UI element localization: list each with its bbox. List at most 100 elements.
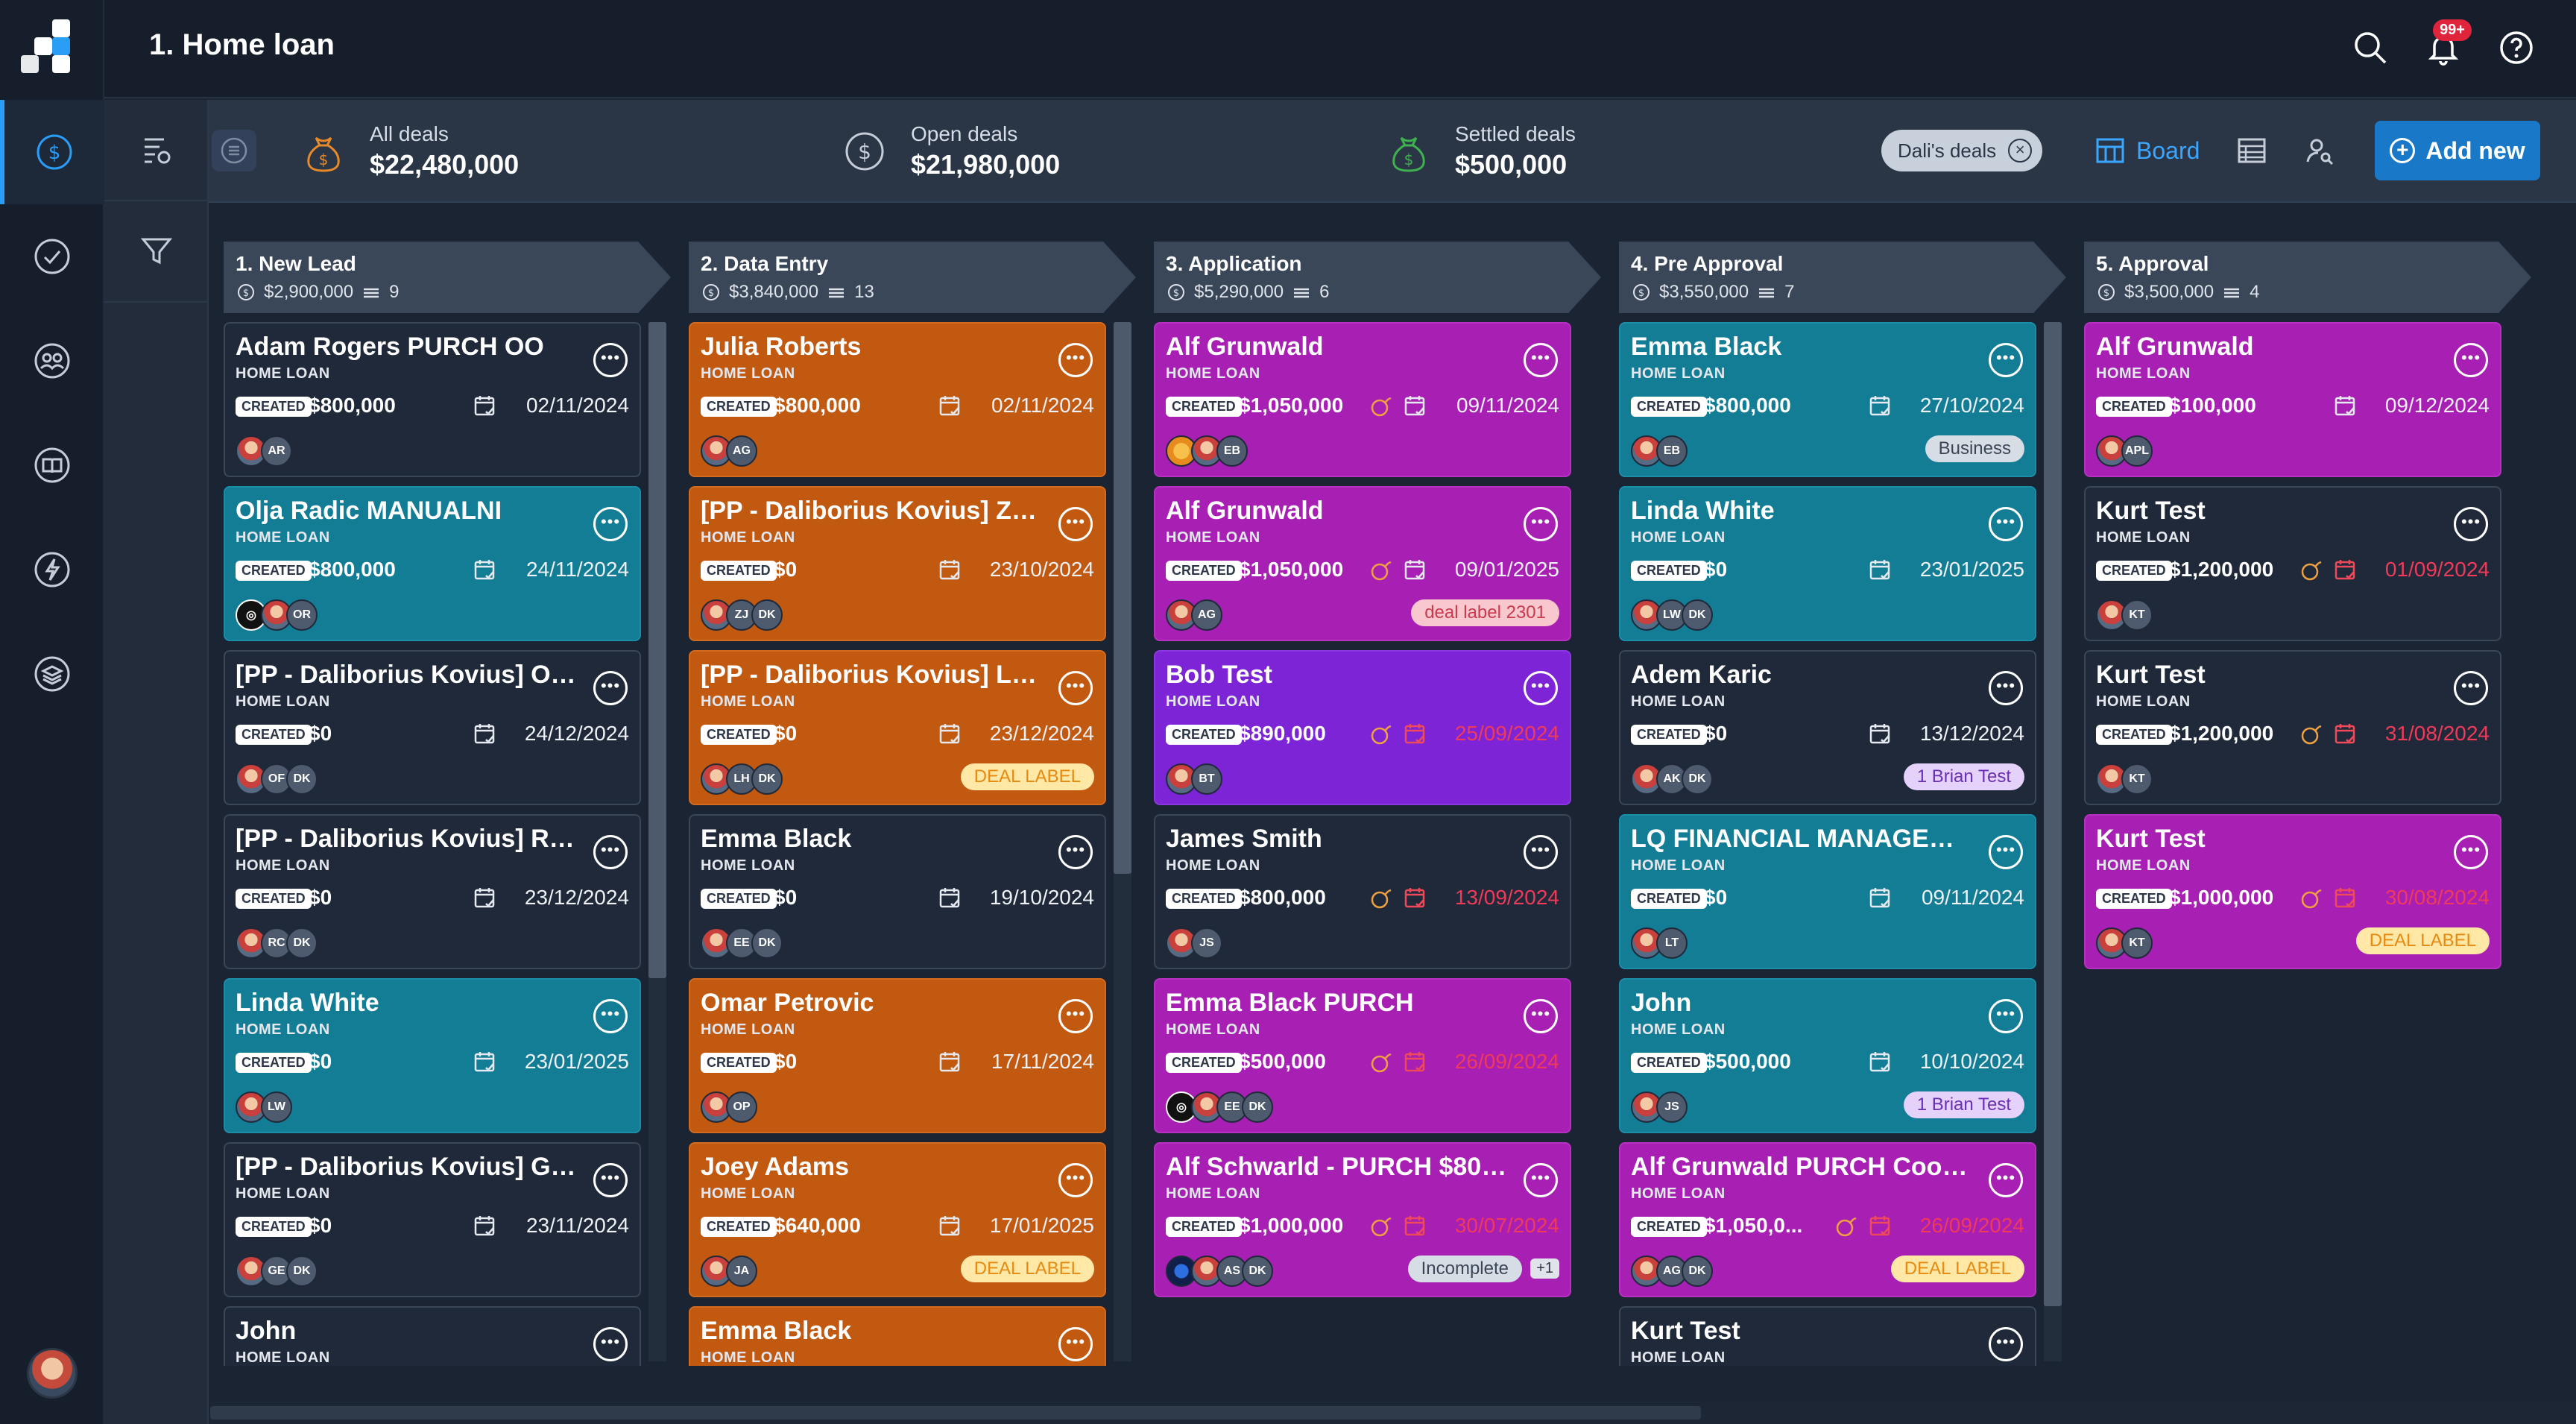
deal-card[interactable]: John HOME LOAN ••• CREATED $500,000 10/10/…: [1619, 978, 2036, 1133]
column-scrollbar[interactable]: [2044, 322, 2062, 1361]
rail-layers[interactable]: [0, 622, 104, 726]
deal-card[interactable]: Adam Rogers PURCH OO HOME LOAN ••• CREATE…: [224, 322, 641, 477]
scrollbar-thumb[interactable]: [1114, 322, 1131, 874]
pipeline-select-button[interactable]: [104, 100, 209, 201]
deal-card[interactable]: Kurt Test HOME LOAN ••• CREATED $1,200,00…: [2084, 486, 2501, 641]
column-header[interactable]: 3. Application $ $5,290,000 6: [1154, 242, 1601, 313]
filter-button[interactable]: [104, 201, 209, 303]
column-header[interactable]: 5. Approval $ $3,500,000 4: [2084, 242, 2531, 313]
deal-card[interactable]: Alf Grunwald HOME LOAN ••• CREATED $1,050…: [1154, 322, 1571, 477]
more-options-button[interactable]: •••: [1058, 999, 1093, 1033]
avatar-initials[interactable]: BT: [1191, 763, 1222, 795]
collapse-toggle[interactable]: [212, 130, 256, 171]
more-options-button[interactable]: •••: [1989, 671, 2023, 705]
more-options-button[interactable]: •••: [1989, 343, 2023, 377]
avatar-initials[interactable]: JA: [726, 1256, 757, 1287]
more-options-button[interactable]: •••: [1989, 507, 2023, 541]
avatar-initials[interactable]: DK: [751, 599, 783, 631]
deal-card[interactable]: Alf Schwarld - PURCH $800K HOME LOAN •••…: [1154, 1142, 1571, 1297]
rail-deals[interactable]: $: [0, 100, 104, 204]
avatar-initials[interactable]: DK: [1682, 1256, 1713, 1287]
more-options-button[interactable]: •••: [1989, 835, 2023, 869]
more-options-button[interactable]: •••: [2454, 835, 2488, 869]
more-options-button[interactable]: •••: [2454, 671, 2488, 705]
scrollbar-thumb[interactable]: [2044, 322, 2062, 1306]
avatar-initials[interactable]: KT: [2121, 927, 2153, 959]
dalis-deals-filter-chip[interactable]: Dali's deals ×: [1881, 130, 2043, 171]
avatar-initials[interactable]: JS: [1191, 927, 1222, 959]
scrollbar-thumb[interactable]: [648, 322, 666, 978]
more-options-button[interactable]: •••: [593, 507, 628, 541]
more-options-button[interactable]: •••: [1058, 1327, 1093, 1361]
avatar-initials[interactable]: DK: [286, 763, 318, 795]
avatar-initials[interactable]: KT: [2121, 599, 2153, 631]
avatar-initials[interactable]: LW: [261, 1091, 292, 1123]
user-search-button[interactable]: [2303, 130, 2345, 171]
deal-card[interactable]: LQ FINANCIAL MANAGEME... HOME LOAN ••• CR…: [1619, 814, 2036, 969]
avatar-initials[interactable]: DK: [1242, 1091, 1273, 1123]
deal-card[interactable]: Julia Roberts HOME LOAN ••• CREATED $800,…: [689, 322, 1106, 477]
more-options-button[interactable]: •••: [1058, 835, 1093, 869]
deal-card[interactable]: Alf Grunwald HOME LOAN ••• CREATED $100,0…: [2084, 322, 2501, 477]
more-options-button[interactable]: •••: [593, 1163, 628, 1197]
close-icon[interactable]: ×: [2008, 139, 2033, 163]
more-options-button[interactable]: •••: [593, 835, 628, 869]
add-new-button[interactable]: + Add new: [2375, 121, 2540, 180]
column-scrollbar[interactable]: [1114, 322, 1131, 1361]
avatar-initials[interactable]: LT: [1656, 927, 1688, 959]
more-options-button[interactable]: •••: [1524, 999, 1558, 1033]
more-options-button[interactable]: •••: [1524, 507, 1558, 541]
app-logo-icon[interactable]: [21, 16, 83, 79]
avatar-initials[interactable]: DK: [1682, 599, 1713, 631]
more-options-button[interactable]: •••: [1058, 671, 1093, 705]
board-view-button[interactable]: Board: [2094, 130, 2200, 171]
deal-card[interactable]: Adem Karic HOME LOAN ••• CREATED $0 13/12/…: [1619, 650, 2036, 805]
deal-card[interactable]: John HOME LOAN •••: [224, 1306, 641, 1366]
user-avatar[interactable]: [27, 1348, 78, 1399]
deal-card[interactable]: Emma Black HOME LOAN ••• CREATED $0 19/10/…: [689, 814, 1106, 969]
avatar-initials[interactable]: DK: [286, 1256, 318, 1287]
avatar-initials[interactable]: DK: [1682, 763, 1713, 795]
avatar-initials[interactable]: EB: [1656, 435, 1688, 467]
avatar-initials[interactable]: AG: [726, 435, 757, 467]
avatar-initials[interactable]: DK: [751, 927, 783, 959]
more-options-button[interactable]: •••: [2454, 343, 2488, 377]
deal-card[interactable]: [PP - Daliborius Kovius] Ralf ... HOME L…: [224, 814, 641, 969]
deal-card[interactable]: Emma Black PURCH HOME LOAN ••• CREATED $5…: [1154, 978, 1571, 1133]
deal-card[interactable]: Alf Grunwald HOME LOAN ••• CREATED $1,050…: [1154, 486, 1571, 641]
column-scrollbar[interactable]: [648, 322, 666, 1361]
more-options-button[interactable]: •••: [1989, 999, 2023, 1033]
more-options-button[interactable]: •••: [1989, 1327, 2023, 1361]
more-options-button[interactable]: •••: [1524, 343, 1558, 377]
deal-card[interactable]: Linda White HOME LOAN ••• CREATED $0 23/01…: [1619, 486, 2036, 641]
rail-tasks[interactable]: [0, 204, 104, 309]
deal-card[interactable]: [PP - Daliborius Kovius] Zoric... HOME L…: [689, 486, 1106, 641]
deal-card[interactable]: Bob Test HOME LOAN ••• CREATED $890,000 25…: [1154, 650, 1571, 805]
scrollbar-thumb[interactable]: [210, 1406, 1701, 1420]
deal-card[interactable]: James Smith HOME LOAN ••• CREATED $800,00…: [1154, 814, 1571, 969]
avatar-initials[interactable]: DK: [286, 927, 318, 959]
deal-card[interactable]: Omar Petrovic HOME LOAN ••• CREATED $0 17/…: [689, 978, 1106, 1133]
table-view-button[interactable]: [2236, 130, 2278, 171]
more-options-button[interactable]: •••: [1524, 1163, 1558, 1197]
deal-card[interactable]: [PP - Daliborius Kovius] Gust... HOME LO…: [224, 1142, 641, 1297]
more-options-button[interactable]: •••: [1058, 507, 1093, 541]
avatar-initials[interactable]: OR: [286, 599, 318, 631]
more-tags-badge[interactable]: +1: [1530, 1258, 1559, 1279]
rail-contacts[interactable]: [0, 309, 104, 413]
deal-card[interactable]: Kurt Test HOME LOAN ••• CREATED $1,000,00…: [2084, 814, 2501, 969]
avatar-initials[interactable]: EB: [1216, 435, 1248, 467]
more-options-button[interactable]: •••: [1058, 1163, 1093, 1197]
deal-card[interactable]: Joey Adams HOME LOAN ••• CREATED $640,000…: [689, 1142, 1106, 1297]
deal-card[interactable]: Olja Radic MANUALNI HOME LOAN ••• CREATED…: [224, 486, 641, 641]
avatar-initials[interactable]: APL: [2121, 435, 2153, 467]
more-options-button[interactable]: •••: [593, 671, 628, 705]
avatar-initials[interactable]: DK: [1242, 1256, 1273, 1287]
deal-card[interactable]: Emma Black HOME LOAN •••: [689, 1306, 1106, 1366]
deal-card[interactable]: Emma Black HOME LOAN ••• CREATED $800,000…: [1619, 322, 2036, 477]
avatar-initials[interactable]: OP: [726, 1091, 757, 1123]
rail-library[interactable]: [0, 413, 104, 517]
deal-card[interactable]: Linda White HOME LOAN ••• CREATED $0 23/01…: [224, 978, 641, 1133]
rail-automation[interactable]: [0, 517, 104, 622]
help-button[interactable]: [2493, 24, 2540, 72]
